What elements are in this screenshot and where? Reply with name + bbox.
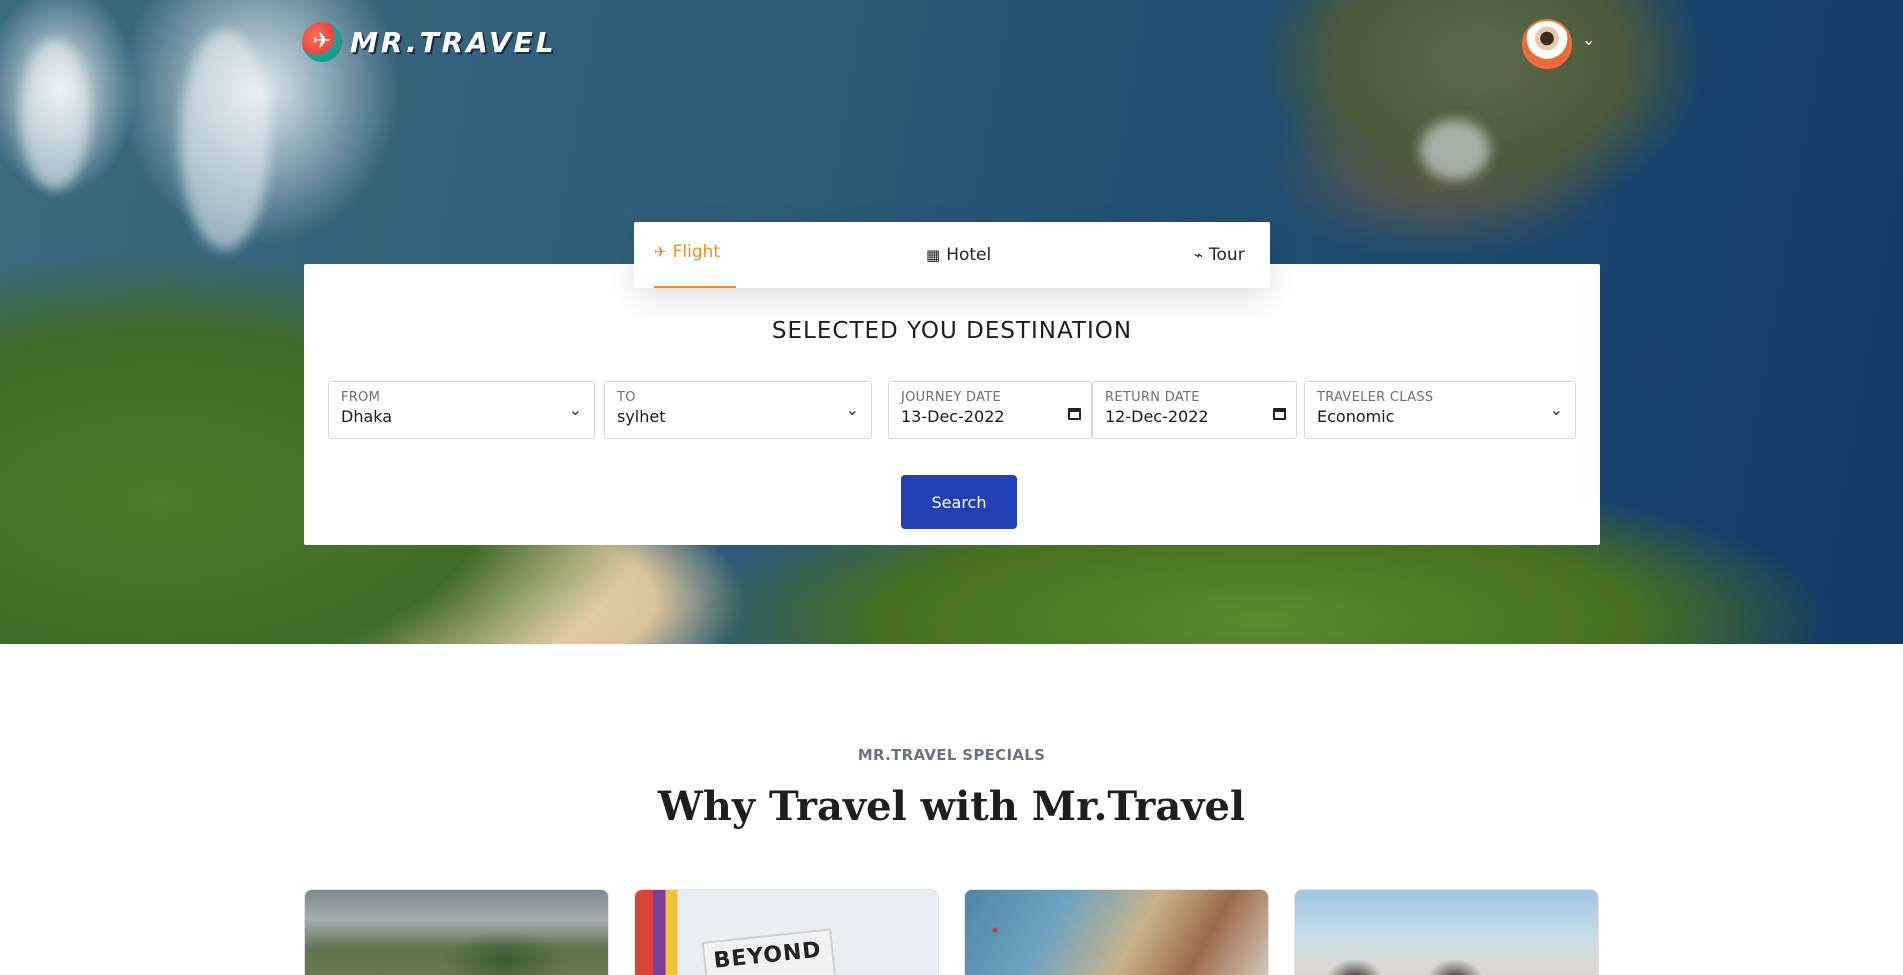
tab-flight[interactable]: ✈ Flight — [654, 222, 737, 288]
to-select[interactable]: TO sylhet ⌄ — [604, 381, 872, 439]
hotel-icon: ▦ — [926, 246, 941, 264]
surf-foam — [180, 30, 270, 250]
special-card-image[interactable] — [1294, 889, 1599, 975]
special-card-image[interactable] — [964, 889, 1269, 975]
to-label: TO — [617, 390, 636, 405]
journey-date-input[interactable]: JOURNEY DATE 13-Dec-2022 — [888, 381, 1092, 439]
specials-eyebrow: MR.TRAVEL SPECIALS — [857, 746, 1046, 764]
surf-foam — [20, 40, 90, 190]
traveler-class-select[interactable]: TRAVELER CLASS Economic ⌄ — [1304, 381, 1576, 439]
sign-text: BEYOND — [701, 928, 839, 975]
tab-tour[interactable]: ⌁ Tour — [1194, 222, 1245, 288]
from-value: Dhaka — [341, 407, 393, 426]
from-select[interactable]: FROM Dhaka ⌄ — [328, 381, 595, 439]
search-title: SELECTED YOU DESTINATION — [771, 318, 1133, 344]
from-label: FROM — [341, 390, 381, 405]
plane-globe-icon: ✈ — [302, 22, 342, 62]
tab-label: Hotel — [946, 245, 992, 265]
calendar-icon[interactable] — [1068, 408, 1081, 420]
to-value: sylhet — [617, 407, 666, 426]
palm-tree-icon: ⌁ — [1194, 246, 1204, 264]
chevron-down-icon: ⌄ — [845, 400, 859, 419]
specials-title: Why Travel with Mr.Travel — [657, 783, 1246, 830]
journey-date-label: JOURNEY DATE — [901, 390, 1002, 405]
special-card-image[interactable]: BEYOND — [634, 889, 939, 975]
return-date-input[interactable]: RETURN DATE 12-Dec-2022 — [1092, 381, 1297, 439]
search-tabs: ✈ Flight ▦ Hotel ⌁ Tour — [634, 222, 1270, 288]
journey-date-value: 13-Dec-2022 — [901, 407, 1005, 426]
tab-label: Flight — [672, 242, 721, 262]
traveler-class-label: TRAVELER CLASS — [1317, 390, 1434, 405]
tab-hotel[interactable]: ▦ Hotel — [926, 222, 991, 288]
search-button[interactable]: Search — [901, 475, 1017, 529]
special-card-image[interactable] — [304, 889, 609, 975]
return-date-label: RETURN DATE — [1105, 390, 1200, 405]
chevron-down-icon: ⌄ — [1549, 400, 1563, 419]
chevron-down-icon: ⌄ — [568, 400, 582, 419]
traveler-class-value: Economic — [1317, 407, 1395, 426]
brand-logo[interactable]: ✈ MR.TRAVEL — [302, 20, 557, 64]
plane-icon: ✈ — [654, 243, 667, 261]
calendar-icon[interactable] — [1273, 408, 1286, 420]
surf-foam — [1420, 120, 1490, 180]
chevron-down-icon[interactable]: ⌄ — [1582, 32, 1598, 48]
brand-name: MR.TRAVEL — [350, 25, 557, 59]
tab-label: Tour — [1209, 245, 1245, 265]
user-avatar[interactable] — [1522, 19, 1572, 69]
return-date-value: 12-Dec-2022 — [1105, 407, 1209, 426]
